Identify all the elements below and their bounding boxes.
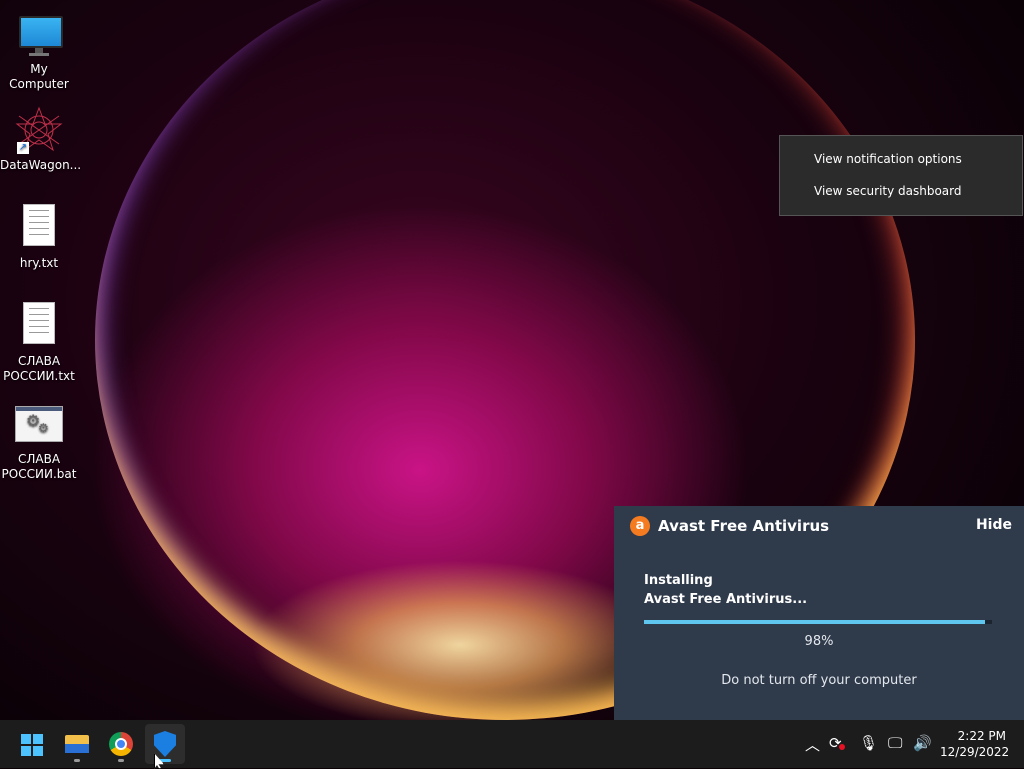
network-icon[interactable]: 🖵 [888, 734, 902, 752]
shortcut-arrow-icon: ↗ [17, 142, 29, 154]
volume-icon[interactable]: 🔊 [913, 734, 932, 752]
desktop-icon-label: DataWagon... [0, 158, 82, 172]
menu-item-notification-options[interactable]: View notification options [814, 152, 962, 166]
hide-button[interactable]: Hide [976, 517, 1012, 533]
progress-bar [644, 620, 992, 624]
context-menu: View notification options View security … [779, 135, 1023, 216]
taskbar-chrome[interactable] [101, 724, 141, 764]
text-file-icon [15, 302, 63, 350]
wallpaper-glow [250, 560, 670, 720]
desktop-icon-label: My Computer [9, 62, 69, 91]
desktop-icon-slava-bat[interactable]: ⚙ ⚙ СЛАВА РОССИИ.bat [0, 400, 78, 482]
datawagon-icon: ↗ [15, 106, 63, 154]
running-indicator [74, 759, 80, 762]
desktop-icon-datawagon[interactable]: ↗ DataWagon... [0, 106, 82, 173]
running-indicator [118, 759, 124, 762]
clock-date: 12/29/2022 [940, 745, 1010, 759]
gear-icon: ⚙ [38, 421, 49, 435]
taskbar: ︿ ⟳ 🎙 🖵 🔊 [0, 720, 1024, 768]
windows-icon [21, 734, 43, 756]
batch-file-icon: ⚙ ⚙ [15, 400, 63, 448]
progress-bar-fill [644, 620, 986, 624]
desktop-icon-hry-txt[interactable]: hry.txt [0, 204, 78, 271]
desktop-icon-label: hry.txt [19, 256, 59, 270]
avast-logo-icon: a [630, 516, 650, 536]
microphone-icon[interactable]: 🎙 [859, 734, 878, 752]
monitor-icon [15, 10, 63, 58]
clock-time: 2:22 PM [957, 729, 1006, 743]
avast-install-panel: a Avast Free Antivirus Hide Installing A… [614, 506, 1024, 720]
install-status-line1: Installing [644, 573, 713, 588]
chevron-up-icon[interactable]: ︿ [805, 734, 820, 755]
desktop-icon-label: СЛАВА РОССИИ.bat [1, 452, 77, 481]
start-button[interactable] [12, 724, 52, 764]
taskbar-file-explorer[interactable] [57, 724, 97, 764]
menu-item-security-dashboard[interactable]: View security dashboard [814, 184, 962, 198]
sync-icon[interactable]: ⟳ [829, 734, 845, 752]
install-note: Do not turn off your computer [721, 673, 917, 688]
folder-icon [65, 735, 89, 753]
taskbar-windows-security[interactable] [145, 724, 185, 764]
desktop-icon-my-computer[interactable]: My Computer [0, 10, 78, 92]
shield-icon [154, 731, 176, 757]
desktop-icon-label: СЛАВА РОССИИ.txt [3, 354, 75, 383]
progress-percent: 98% [804, 634, 834, 649]
desktop-icon-slava-txt[interactable]: СЛАВА РОССИИ.txt [0, 302, 78, 384]
chrome-icon [109, 732, 133, 756]
text-file-icon [15, 204, 63, 252]
taskbar-clock[interactable]: 2:22 PM 12/29/2022 [940, 728, 1010, 760]
avast-title: Avast Free Antivirus [658, 517, 830, 535]
install-status-line2: Avast Free Antivirus... [644, 592, 808, 607]
